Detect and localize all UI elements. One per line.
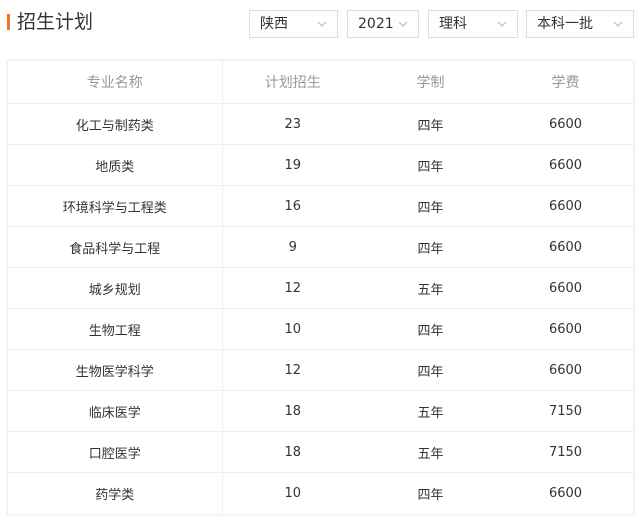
subject-category-select[interactable]: 理科: [428, 10, 518, 38]
planned-enrollment-cell: 18: [222, 390, 363, 432]
page-header: 招生计划 陕西 2021 理科 本科一批: [0, 0, 643, 48]
batch-select-value: 本科一批: [537, 16, 593, 32]
column-header-planned-enrollment: 计划招生: [222, 61, 363, 104]
duration-cell: 四年: [363, 308, 498, 350]
column-header-tuition: 学费: [498, 61, 633, 104]
planned-enrollment-cell: 16: [222, 185, 363, 227]
tuition-cell: 6600: [498, 185, 633, 227]
province-select-value: 陕西: [260, 16, 288, 32]
duration-cell: 四年: [363, 144, 498, 186]
table-row: 口腔医学 18 五年 7150: [8, 431, 633, 473]
enrollment-plan-table: 专业名称 计划招生 学制 学费 化工与制药类 23 四年 6600 地质类 19…: [8, 61, 633, 513]
tuition-cell: 6600: [498, 144, 633, 186]
duration-cell: 五年: [363, 431, 498, 473]
subject-category-select-value: 理科: [439, 16, 467, 32]
title-accent-bar: [7, 14, 10, 30]
table-header-row: 专业名称 计划招生 学制 学费: [8, 61, 633, 104]
major-cell: 环境科学与工程类: [8, 185, 223, 227]
column-header-major: 专业名称: [8, 61, 223, 104]
planned-enrollment-cell: 12: [222, 349, 363, 391]
tuition-cell: 6600: [498, 103, 633, 145]
table-row: 食品科学与工程 9 四年 6600: [8, 226, 633, 268]
major-cell: 食品科学与工程: [8, 226, 223, 268]
table-row: 临床医学 18 五年 7150: [8, 390, 633, 432]
tuition-cell: 6600: [498, 349, 633, 391]
chevron-down-icon: [497, 21, 507, 27]
batch-select[interactable]: 本科一批: [526, 10, 634, 38]
major-cell: 口腔医学: [8, 431, 223, 473]
table-row: 环境科学与工程类 16 四年 6600: [8, 185, 633, 227]
duration-cell: 五年: [363, 390, 498, 432]
duration-cell: 四年: [363, 185, 498, 227]
planned-enrollment-cell: 9: [222, 226, 363, 268]
column-header-duration: 学制: [363, 61, 498, 104]
tuition-cell: 7150: [498, 431, 633, 473]
planned-enrollment-cell: 10: [222, 308, 363, 350]
major-cell: 化工与制药类: [8, 103, 223, 145]
duration-cell: 四年: [363, 349, 498, 391]
province-select[interactable]: 陕西: [249, 10, 338, 38]
chevron-down-icon: [398, 21, 408, 27]
table-row: 生物工程 10 四年 6600: [8, 308, 633, 350]
chevron-down-icon: [613, 21, 623, 27]
year-select[interactable]: 2021: [347, 10, 419, 38]
major-cell: 地质类: [8, 144, 223, 186]
tuition-cell: 7150: [498, 390, 633, 432]
tuition-cell: 6600: [548, 485, 583, 501]
major-cell: 药学类: [8, 472, 223, 513]
page-title: 招生计划: [17, 11, 94, 33]
enrollment-plan-table-container: 专业名称 计划招生 学制 学费 化工与制药类 23 四年 6600 地质类 19…: [7, 60, 634, 515]
duration-cell: 四年: [363, 226, 498, 268]
major-cell: 临床医学: [8, 390, 223, 432]
planned-enrollment-cell: 19: [222, 144, 363, 186]
planned-enrollment-cell: 10: [284, 485, 302, 501]
planned-enrollment-cell: 18: [222, 431, 363, 473]
table-row: 地质类 19 四年 6600: [8, 144, 633, 186]
year-select-value: 2021: [358, 16, 394, 32]
chevron-down-icon: [317, 21, 327, 27]
tuition-cell: 6600: [498, 308, 633, 350]
table-row: 生物医学科学 12 四年 6600: [8, 349, 633, 391]
planned-enrollment-cell: 23: [222, 103, 363, 145]
tuition-cell: 6600: [498, 267, 633, 309]
duration-cell: 四年: [417, 487, 444, 503]
table-row: 城乡规划 12 五年 6600: [8, 267, 633, 309]
table-row: 化工与制药类 23 四年 6600: [8, 103, 633, 145]
duration-cell: 五年: [363, 267, 498, 309]
major-cell: 生物医学科学: [8, 349, 223, 391]
major-cell: 生物工程: [8, 308, 223, 350]
table-row: 药学类 10 四年 6600: [8, 472, 633, 513]
planned-enrollment-cell: 12: [222, 267, 363, 309]
tuition-cell: 6600: [498, 226, 633, 268]
duration-cell: 四年: [363, 103, 498, 145]
major-cell: 城乡规划: [8, 267, 223, 309]
